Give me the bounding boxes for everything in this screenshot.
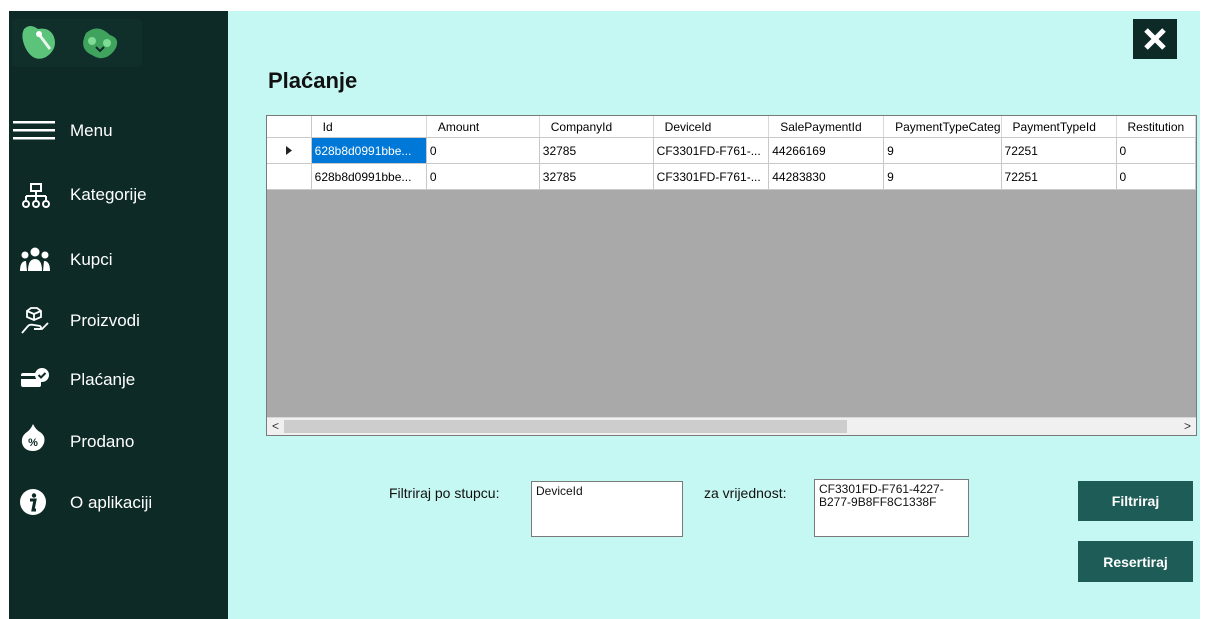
row-header-corner [267, 116, 312, 138]
sidebar-item-placanje[interactable]: Plaćanje [9, 357, 228, 401]
table-cell[interactable]: 9 [883, 137, 1002, 164]
column-header[interactable]: Restitution [1116, 116, 1196, 138]
column-header[interactable]: PaymentTypeCateg [883, 116, 1002, 138]
sidebar-item-proizvodi[interactable]: Proizvodi [9, 298, 228, 342]
reset-button[interactable]: Resertiraj [1078, 541, 1193, 582]
hand-box-icon [15, 300, 55, 340]
column-header[interactable]: Id [311, 116, 427, 138]
table-cell[interactable]: 32785 [539, 137, 654, 164]
row-header[interactable] [267, 163, 312, 190]
svg-text:%: % [28, 437, 38, 449]
table-cell[interactable]: 32785 [539, 163, 654, 190]
sidebar-item-label: Proizvodi [70, 311, 140, 330]
sitemap-icon [16, 176, 56, 216]
table-cell[interactable]: 628b8d0991bbe... [311, 137, 427, 164]
table-cell[interactable]: CF3301FD-F761-... [653, 137, 770, 164]
column-header[interactable]: Amount [426, 116, 540, 138]
table-cell[interactable]: 0 [1116, 163, 1196, 190]
sale-tag-icon: % [13, 417, 53, 457]
filter-value-label: za vrijednost: [704, 485, 787, 501]
filter-column-label: Filtriraj po stupcu: [389, 485, 500, 501]
sidebar-item-label: Prodano [70, 432, 135, 451]
horizontal-scrollbar[interactable]: < > [267, 417, 1196, 435]
data-grid[interactable]: Id Amount CompanyId DeviceId SalePayment… [266, 115, 1197, 436]
table-cell[interactable]: 0 [426, 137, 540, 164]
table-cell[interactable]: 9 [883, 163, 1002, 190]
sidebar-item-label: O aplikaciji [70, 493, 153, 512]
table-cell[interactable]: 44266169 [768, 137, 885, 164]
sidebar-item-prodano[interactable]: % Prodano [9, 415, 228, 459]
sidebar-item-kupci[interactable]: Kupci [9, 237, 228, 281]
column-header[interactable]: CompanyId [539, 116, 654, 138]
payment-icon [15, 359, 55, 399]
sidebar-item-label: Kategorije [70, 185, 147, 204]
filter-value-field[interactable]: CF3301FD-F761-4227-B277-9B8FF8C1338F [814, 479, 969, 537]
sidebar-item-kategorije[interactable]: Kategorije [9, 172, 228, 216]
sidebar-item-label: Plaćanje [70, 370, 136, 389]
scroll-left-icon[interactable]: < [267, 418, 284, 435]
current-row-indicator-icon [267, 137, 312, 164]
app-window: Menu Kategorije Kupci Proizvodi Plaćanje [9, 11, 1200, 619]
scrollbar-thumb[interactable] [284, 420, 847, 433]
table-cell[interactable]: 72251 [1001, 137, 1117, 164]
info-icon [13, 482, 53, 522]
filter-button[interactable]: Filtriraj [1078, 481, 1193, 521]
column-header[interactable]: DeviceId [653, 116, 770, 138]
main-content: Plaćanje Id Amount CompanyId DeviceId Sa… [228, 11, 1200, 619]
scroll-right-icon[interactable]: > [1179, 418, 1196, 435]
app-logo [12, 19, 142, 67]
menu-toggle[interactable]: Menu [9, 108, 228, 152]
table-cell[interactable]: 0 [426, 163, 540, 190]
close-icon [1144, 28, 1166, 50]
table-cell[interactable]: 44283830 [768, 163, 885, 190]
sidebar: Menu Kategorije Kupci Proizvodi Plaćanje [9, 11, 228, 619]
close-button[interactable] [1133, 19, 1177, 59]
filter-column-field[interactable]: DeviceId [531, 481, 683, 537]
grid-table: Id Amount CompanyId DeviceId SalePayment… [267, 116, 1196, 190]
hamburger-icon [9, 110, 59, 150]
table-cell[interactable]: 72251 [1001, 163, 1117, 190]
table-row[interactable]: 628b8d0991bbe... 0 32785 CF3301FD-F761-.… [267, 137, 1196, 164]
column-header[interactable]: PaymentTypeId [1001, 116, 1117, 138]
grid-header-row: Id Amount CompanyId DeviceId SalePayment… [267, 116, 1196, 138]
table-cell[interactable]: 0 [1116, 137, 1196, 164]
table-row[interactable]: 628b8d0991bbe... 0 32785 CF3301FD-F761-.… [267, 163, 1196, 190]
page-title: Plaćanje [268, 68, 358, 93]
sidebar-item-o-aplikaciji[interactable]: O aplikaciji [9, 480, 228, 524]
sidebar-item-label: Kupci [70, 250, 113, 269]
table-cell[interactable]: 628b8d0991bbe... [311, 163, 427, 190]
table-cell[interactable]: CF3301FD-F761-... [653, 163, 770, 190]
menu-label: Menu [70, 121, 113, 140]
column-header[interactable]: SalePaymentId [768, 116, 885, 138]
users-icon [15, 239, 55, 279]
